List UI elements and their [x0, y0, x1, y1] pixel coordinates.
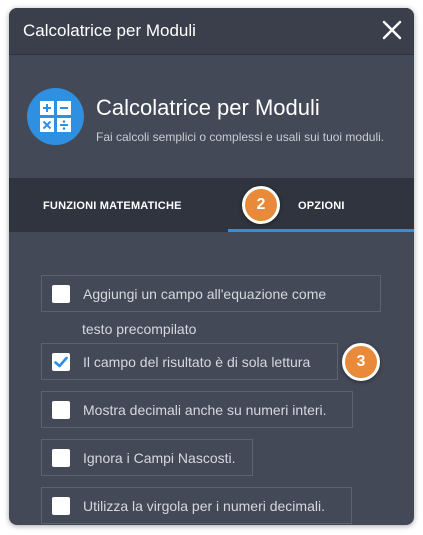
app-name: Calcolatrice per Moduli [96, 95, 320, 120]
checkbox-unchecked[interactable] [52, 497, 70, 515]
checkbox-checked[interactable] [52, 353, 70, 371]
app-header: Calcolatrice per Moduli Fai calcoli semp… [9, 55, 414, 178]
checkmark-icon [54, 356, 68, 368]
step-badge-3: 3 [342, 343, 380, 381]
options-list: Aggiungi un campo all'equazione come tes… [9, 232, 414, 525]
tab-math-functions-label: FUNZIONI MATEMATICHE [43, 200, 182, 212]
checkbox-unchecked[interactable] [52, 285, 70, 303]
option-label-continued: testo precompilato [82, 321, 197, 337]
option-label: Aggiungi un campo all'equazione come [83, 286, 327, 302]
close-icon [382, 20, 402, 40]
option-label: Il campo del risultato è di sola lettura [83, 354, 311, 370]
tab-bar: FUNZIONI MATEMATICHE OPZIONI 2 [9, 178, 414, 232]
option-ignore-hidden-fields[interactable]: Ignora i Campi Nascosti. [41, 439, 253, 476]
dialog-title: Calcolatrice per Moduli [23, 21, 196, 40]
option-readonly-result[interactable]: Il campo del risultato è di sola lettura [41, 343, 338, 380]
close-button[interactable] [380, 18, 404, 42]
tab-math-functions[interactable]: FUNZIONI MATEMATICHE [9, 178, 228, 232]
calculator-icon [27, 88, 84, 145]
step-badge-2: 2 [242, 186, 280, 224]
option-label: Mostra decimali anche su numeri interi. [83, 402, 327, 418]
checkbox-unchecked[interactable] [52, 401, 70, 419]
option-label: Utilizza la virgola per i numeri decimal… [83, 498, 325, 514]
app-description: Fai calcoli semplici o complessi e usali… [96, 130, 385, 144]
option-label: Ignora i Campi Nascosti. [83, 450, 236, 466]
dialog-titlebar: Calcolatrice per Moduli [9, 8, 414, 55]
option-use-comma-decimals[interactable]: Utilizza la virgola per i numeri decimal… [41, 487, 352, 524]
calculator-dialog: Calcolatrice per Moduli Calcolatrice per… [9, 8, 414, 525]
option-add-field-as-prefilled[interactable]: Aggiungi un campo all'equazione come [41, 275, 381, 312]
option-show-decimals-on-integers[interactable]: Mostra decimali anche su numeri interi. [41, 391, 353, 428]
tab-options-label: OPZIONI [298, 200, 345, 212]
checkbox-unchecked[interactable] [52, 449, 70, 467]
